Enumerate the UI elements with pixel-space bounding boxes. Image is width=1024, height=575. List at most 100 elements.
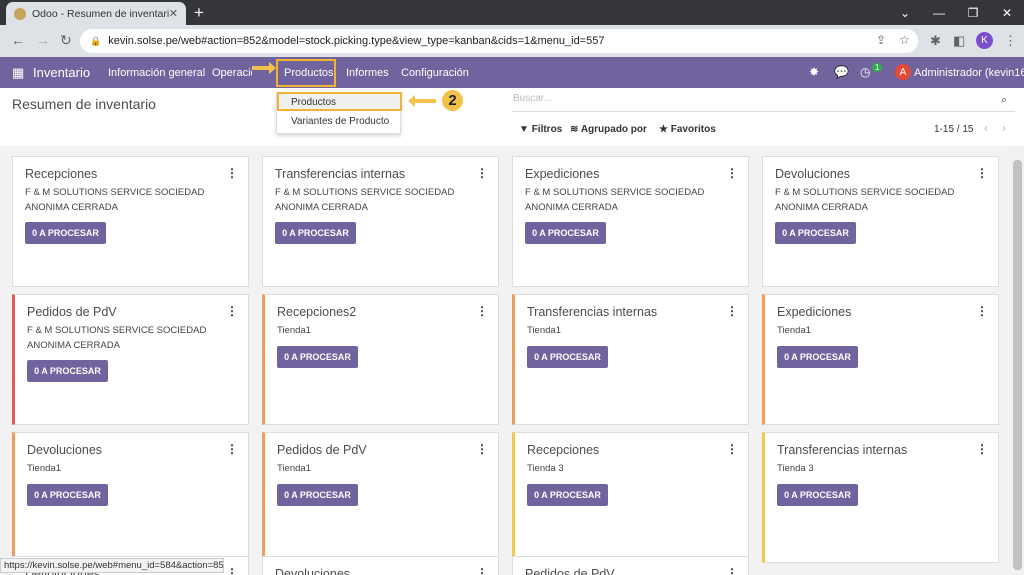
to-process-button[interactable]: 0 A PROCESAR <box>27 360 108 382</box>
card-company: Tienda 3 <box>777 463 814 474</box>
card-menu-icon[interactable]: ⋮ <box>726 442 738 456</box>
card-menu-icon[interactable]: ⋮ <box>476 442 488 456</box>
activity-clock-icon[interactable]: ◷ <box>860 65 870 79</box>
profile-avatar[interactable]: K <box>976 32 993 49</box>
card-menu-icon[interactable]: ⋮ <box>976 442 988 456</box>
back-icon[interactable]: ← <box>11 32 25 48</box>
extensions-icon[interactable]: ✱ <box>930 33 941 49</box>
favorites-button[interactable]: ★ Favoritos <box>659 124 716 135</box>
kanban-card[interactable]: Transferencias internas ⋮ Tienda1 0 A PROCE… <box>512 294 749 425</box>
user-avatar[interactable]: A <box>895 64 911 80</box>
card-title[interactable]: Pedidos de PdV <box>525 567 615 575</box>
menu-configuracion[interactable]: Configuración <box>401 67 469 79</box>
card-title[interactable]: Transferencias internas <box>527 305 657 319</box>
card-menu-icon[interactable]: ⋮ <box>976 304 988 318</box>
kanban-card[interactable]: Pedidos de PdV ⋮ Tienda1 0 A PROCESAR <box>262 432 499 563</box>
card-title[interactable]: Pedidos de PdV <box>277 443 367 457</box>
new-tab-icon[interactable]: + <box>194 3 204 23</box>
card-title[interactable]: Expediciones <box>777 305 851 319</box>
to-process-button[interactable]: 0 A PROCESAR <box>27 484 108 506</box>
kanban-card[interactable]: Devoluciones ⋮ F & M SOLUTIONS SERVICE SOC… <box>762 156 999 287</box>
card-title[interactable]: Devoluciones <box>27 443 102 457</box>
apps-grid-icon[interactable]: ▦ <box>12 65 24 81</box>
card-company: F & M SOLUTIONS SERVICE SOCIEDAD ANONIMA… <box>525 187 705 213</box>
card-title[interactable]: Pedidos de PdV <box>27 305 117 319</box>
to-process-button[interactable]: 0 A PROCESAR <box>527 346 608 368</box>
to-process-button[interactable]: 0 A PROCESAR <box>277 346 358 368</box>
forward-icon[interactable]: → <box>36 32 50 48</box>
card-title[interactable]: Recepciones <box>527 443 599 457</box>
pager-next-icon[interactable]: › <box>1002 121 1006 135</box>
card-menu-icon[interactable]: ⋮ <box>476 166 488 180</box>
kanban-card[interactable]: Expediciones ⋮ F & M SOLUTIONS SERVICE SOC… <box>512 156 749 287</box>
user-menu[interactable]: Administrador (kevin16) <box>914 67 1024 79</box>
card-title[interactable]: Devoluciones <box>275 567 350 575</box>
address-bar[interactable]: 🔒 kevin.solse.pe/web#action=852&model=st… <box>80 29 918 53</box>
kanban-card[interactable]: Pedidos de PdV ⋮ <box>512 556 749 575</box>
card-title[interactable]: Transferencias internas <box>275 167 405 181</box>
kanban-card[interactable]: Devoluciones ⋮ Tienda1 0 A PROCESAR <box>12 432 249 563</box>
to-process-button[interactable]: 0 A PROCESAR <box>775 222 856 244</box>
card-title[interactable]: Expediciones <box>525 167 599 181</box>
card-menu-icon[interactable]: ⋮ <box>976 166 988 180</box>
tab-search-icon[interactable]: ⌄ <box>888 0 922 25</box>
card-menu-icon[interactable]: ⋮ <box>226 442 238 456</box>
card-title[interactable]: Transferencias internas <box>777 443 907 457</box>
card-company: Tienda1 <box>527 325 561 336</box>
bookmark-star-icon[interactable]: ☆ <box>899 33 910 47</box>
card-menu-icon[interactable]: ⋮ <box>726 166 738 180</box>
menu-informacion-general[interactable]: Información general <box>108 67 205 79</box>
chat-icon[interactable]: 💬 <box>834 65 849 79</box>
menu-operaciones[interactable]: Operaciones <box>212 67 252 79</box>
browser-tab[interactable]: Odoo - Resumen de inventario ✕ <box>6 2 186 25</box>
kanban-card[interactable]: Devoluciones ⋮ <box>262 556 499 575</box>
to-process-button[interactable]: 0 A PROCESAR <box>25 222 106 244</box>
to-process-button[interactable]: 0 A PROCESAR <box>525 222 606 244</box>
to-process-button[interactable]: 0 A PROCESAR <box>777 484 858 506</box>
card-menu-icon[interactable]: ⋮ <box>476 566 488 575</box>
kanban-card[interactable]: Expediciones ⋮ Tienda1 0 A PROCESAR <box>762 294 999 425</box>
to-process-button[interactable]: 0 A PROCESAR <box>527 484 608 506</box>
card-title[interactable]: Recepciones2 <box>277 305 356 319</box>
card-menu-icon[interactable]: ⋮ <box>726 566 738 575</box>
dropdown-item-variantes[interactable]: Variantes de Producto <box>291 116 389 127</box>
share-icon[interactable]: ⇪ <box>876 33 886 47</box>
card-menu-icon[interactable]: ⋮ <box>226 166 238 180</box>
pager-value[interactable]: 1-15 / 15 <box>934 124 973 135</box>
menu-informes[interactable]: Informes <box>346 67 389 79</box>
card-title[interactable]: Recepciones <box>25 167 97 181</box>
tab-title: Odoo - Resumen de inventario <box>32 7 169 20</box>
pager-prev-icon[interactable]: ‹ <box>984 121 988 135</box>
card-menu-icon[interactable]: ⋮ <box>476 304 488 318</box>
card-title[interactable]: Devoluciones <box>775 167 850 181</box>
kanban-card[interactable]: Transferencias internas ⋮ F & M SOLUTIONS … <box>262 156 499 287</box>
search-icon[interactable]: ⌕ <box>1001 94 1007 107</box>
scrollbar-thumb[interactable] <box>1013 160 1022 570</box>
card-company: F & M SOLUTIONS SERVICE SOCIEDAD ANONIMA… <box>775 187 955 213</box>
to-process-button[interactable]: 0 A PROCESAR <box>277 484 358 506</box>
to-process-button[interactable]: 0 A PROCESAR <box>275 222 356 244</box>
annotation-arrow-2 <box>408 95 436 107</box>
reload-icon[interactable]: ↻ <box>60 32 72 49</box>
card-menu-icon[interactable]: ⋮ <box>226 566 238 575</box>
kanban-card[interactable]: Recepciones ⋮ F & M SOLUTIONS SERVICE SOCI… <box>12 156 249 287</box>
search-input[interactable]: Buscar... <box>512 93 1015 112</box>
kanban-card[interactable]: Transferencias internas ⋮ Tienda 3 0 A PROC… <box>762 432 999 563</box>
kanban-card[interactable]: Recepciones ⋮ Tienda 3 0 A PROCESAR <box>512 432 749 563</box>
restore-icon[interactable]: ❐ <box>956 0 990 25</box>
groupby-button[interactable]: ≋ Agrupado por <box>570 124 647 135</box>
debug-bug-icon[interactable]: ✸ <box>809 65 819 79</box>
browser-menu-icon[interactable]: ⋮ <box>1004 33 1017 49</box>
close-window-icon[interactable]: ✕ <box>990 0 1024 25</box>
kanban-card[interactable]: Recepciones2 ⋮ Tienda1 0 A PROCESAR <box>262 294 499 425</box>
side-panel-icon[interactable]: ◧ <box>953 33 965 49</box>
minimize-icon[interactable]: — <box>922 0 956 25</box>
kanban-card[interactable]: Pedidos de PdV ⋮ F & M SOLUTIONS SERVICE S… <box>12 294 249 425</box>
card-menu-icon[interactable]: ⋮ <box>226 304 238 318</box>
to-process-button[interactable]: 0 A PROCESAR <box>777 346 858 368</box>
card-menu-icon[interactable]: ⋮ <box>726 304 738 318</box>
dropdown-item-productos[interactable]: Productos <box>291 97 336 108</box>
filters-button[interactable]: ▼ Filtros <box>519 124 562 135</box>
app-name[interactable]: Inventario <box>33 65 90 80</box>
close-tab-icon[interactable]: ✕ <box>169 7 178 20</box>
